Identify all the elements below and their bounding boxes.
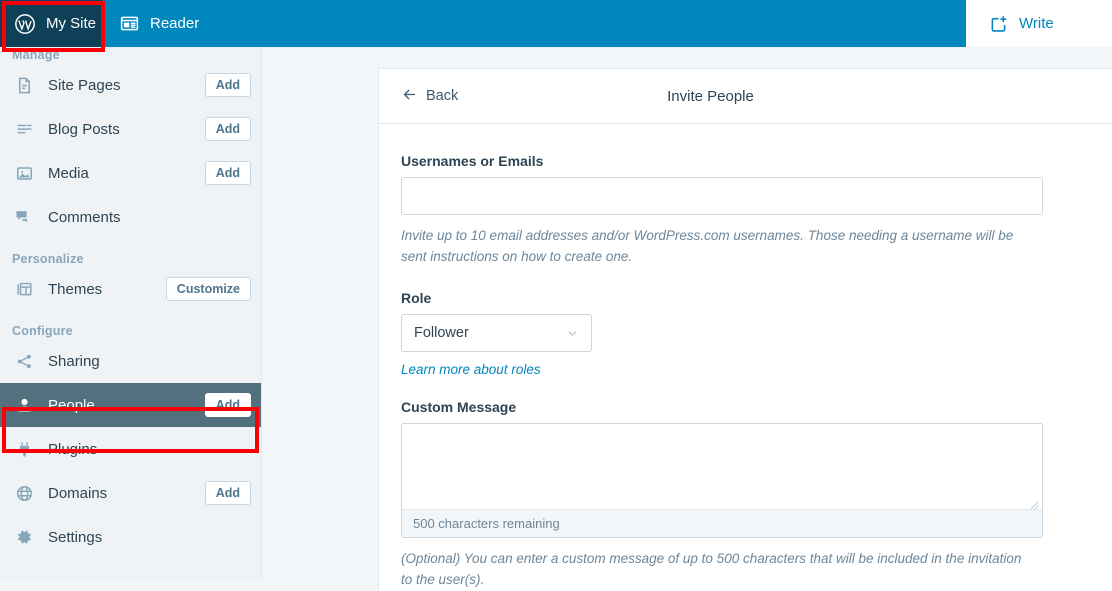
posts-icon <box>12 117 36 141</box>
card-body: Usernames or Emails Invite up to 10 emai… <box>379 124 1112 591</box>
masthead: My Site Reader Write <box>0 0 1112 47</box>
back-button[interactable]: Back <box>401 86 458 107</box>
back-button-label: Back <box>426 88 459 104</box>
custom-message-input[interactable] <box>402 423 1042 509</box>
usernames-hint: Invite up to 10 email addresses and/or W… <box>401 228 1014 264</box>
sidebar-add-domains-button[interactable]: Add <box>204 480 251 506</box>
sidebar: Manage Site Pages Add Blog Posts Add Med… <box>0 47 262 580</box>
image-icon <box>12 161 36 185</box>
sidebar-add-site-pages-button[interactable]: Add <box>204 72 251 98</box>
sidebar-item-settings[interactable]: Settings <box>0 515 261 559</box>
sidebar-item-plugins[interactable]: Plugins <box>0 427 261 471</box>
sidebar-item-sharing-label: Sharing <box>48 352 100 370</box>
role-select[interactable]: Follower <box>401 313 592 352</box>
reader-icon <box>119 13 140 34</box>
sidebar-item-site-pages[interactable]: Site Pages Add <box>0 63 261 107</box>
sidebar-item-comments-label: Comments <box>48 208 121 226</box>
usernames-input[interactable] <box>401 177 1043 215</box>
sidebar-add-people-button[interactable]: Add <box>204 392 251 418</box>
masthead-write-label: Write <box>1019 15 1054 32</box>
plus-square-icon <box>988 13 1009 34</box>
sidebar-item-site-pages-label: Site Pages <box>48 76 121 94</box>
sidebar-customize-themes-button[interactable]: Customize <box>165 276 251 302</box>
wordpress-logo-icon <box>14 13 36 35</box>
custom-message-wrapper: 500 characters remaining <box>401 422 1043 538</box>
page-title: Invite People <box>667 87 754 105</box>
sidebar-item-comments[interactable]: Comments <box>0 195 261 239</box>
masthead-tab-my-site[interactable]: My Site <box>0 0 103 47</box>
sidebar-add-blog-posts-button[interactable]: Add <box>204 116 251 142</box>
comment-icon <box>12 205 36 229</box>
sidebar-add-media-button[interactable]: Add <box>204 160 251 186</box>
page-icon <box>12 73 36 97</box>
sidebar-item-plugins-label: Plugins <box>48 440 98 458</box>
sidebar-item-media[interactable]: Media Add <box>0 151 261 195</box>
masthead-write-button[interactable]: Write <box>966 0 1112 47</box>
masthead-tab-my-site-label: My Site <box>46 15 97 32</box>
sidebar-item-domains-label: Domains <box>48 484 108 502</box>
sidebar-item-themes[interactable]: Themes Customize <box>0 267 261 311</box>
sidebar-item-settings-label: Settings <box>48 528 103 546</box>
plugin-icon <box>12 437 36 461</box>
globe-icon <box>12 481 36 505</box>
custom-message-hint: (Optional) You can enter a custom messag… <box>401 550 1022 587</box>
user-icon <box>12 393 36 417</box>
sidebar-item-domains[interactable]: Domains Add <box>0 471 261 515</box>
sidebar-heading-configure: Configure <box>12 324 73 338</box>
themes-icon <box>12 277 36 301</box>
sidebar-item-people-label: People <box>48 396 95 414</box>
usernames-label: Usernames or Emails <box>401 153 544 169</box>
arrow-left-icon <box>401 86 418 107</box>
role-label: Role <box>401 289 432 306</box>
character-counter: 500 characters remaining <box>402 508 1042 537</box>
masthead-tab-reader[interactable]: Reader <box>111 0 217 47</box>
masthead-tab-reader-label: Reader <box>150 15 200 32</box>
role-select-value: Follower <box>414 324 469 341</box>
learn-more-about-roles-link[interactable]: Learn more about roles <box>401 362 541 377</box>
sidebar-heading-manage: Manage <box>12 48 60 62</box>
card-header: Back Invite People <box>379 69 1112 124</box>
sidebar-item-people[interactable]: People Add <box>0 383 261 427</box>
role-select-wrapper: Follower <box>401 313 592 352</box>
invite-people-card: Back Invite People Usernames or Emails I… <box>378 68 1112 591</box>
gear-icon <box>12 525 36 549</box>
share-icon <box>12 349 36 373</box>
sidebar-item-themes-label: Themes <box>48 280 103 298</box>
sidebar-item-blog-posts-label: Blog Posts <box>48 120 120 138</box>
sidebar-heading-personalize: Personalize <box>12 252 84 266</box>
main-content: Back Invite People Usernames or Emails I… <box>262 47 1112 591</box>
custom-message-label: Custom Message <box>401 398 517 415</box>
sidebar-item-media-label: Media <box>48 164 89 182</box>
sidebar-item-sharing[interactable]: Sharing <box>0 339 261 383</box>
sidebar-item-blog-posts[interactable]: Blog Posts Add <box>0 107 261 151</box>
